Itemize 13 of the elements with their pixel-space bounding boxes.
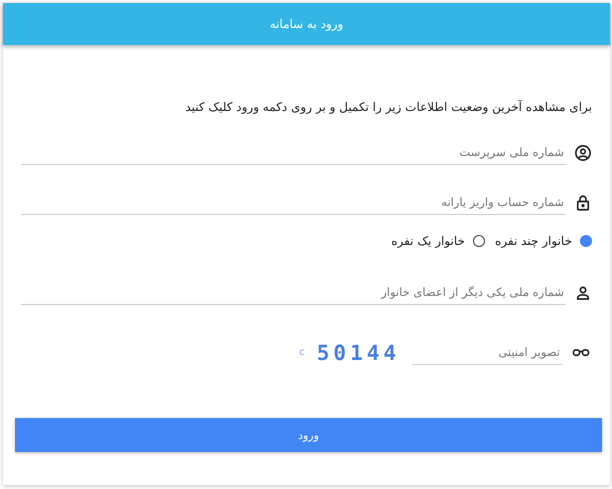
radio-option[interactable]: خانوار چند نفره	[494, 234, 592, 248]
person-circle-icon	[574, 144, 592, 162]
page-title: ورود به سامانه	[3, 3, 610, 45]
instruction-text: برای مشاهده آخرین وضعیت اطلاعات زیر را تکمیل و بر روی دکمه ورود کلیک کنید	[184, 100, 592, 114]
input-field[interactable]: شماره ملی یکی دیگر از اعضای خانوار	[21, 280, 566, 305]
input-field[interactable]: شماره ملی سرپرست	[21, 140, 566, 165]
input-field[interactable]: شماره حساب واریز یارانه	[21, 190, 566, 215]
person-icon	[574, 284, 592, 302]
radio-option[interactable]: خانوار یک نفره	[391, 234, 485, 248]
captcha-code: 50144	[316, 340, 400, 364]
lock-icon	[574, 194, 592, 212]
captcha-field[interactable]: تصویر امنیتی	[412, 340, 562, 365]
submit-button[interactable]: ورود	[15, 418, 602, 452]
